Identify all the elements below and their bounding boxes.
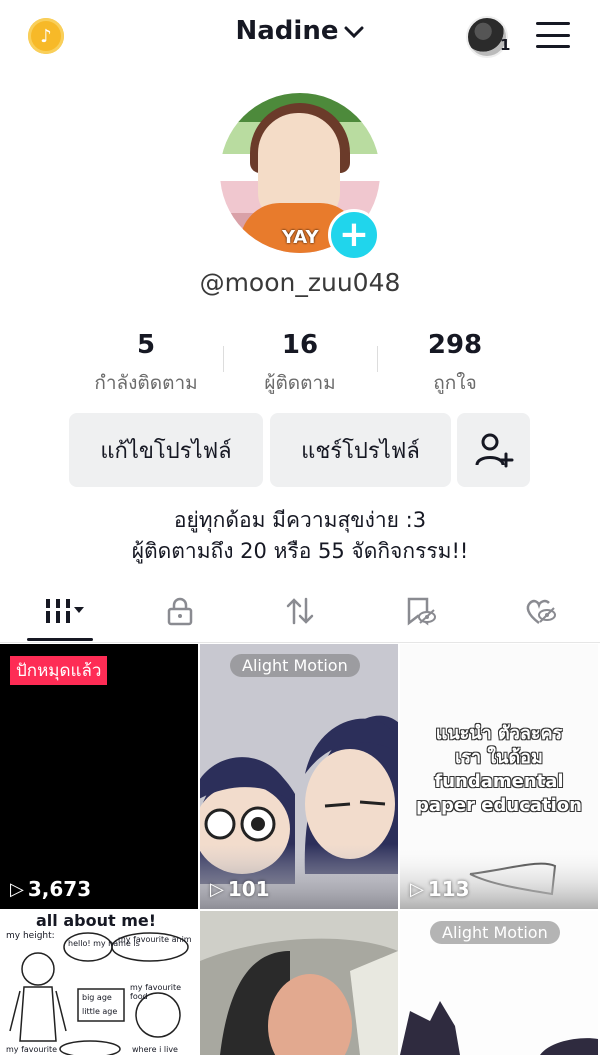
stat-value: 298 [427, 330, 483, 360]
play-icon: ▷ [10, 878, 24, 900]
video-thumbnail[interactable]: ปักหมุดแล้ว ▷ 3,673 [0, 644, 198, 909]
play-icon: ▷ [410, 878, 424, 900]
tab-reposts[interactable] [270, 592, 330, 630]
grid-icon [46, 599, 84, 623]
tab-liked[interactable] [510, 592, 570, 630]
stat-following[interactable]: 5 กำลังติดตาม [66, 330, 226, 398]
view-count: ▷ 101 [210, 877, 270, 901]
bookmark-hidden-icon [407, 597, 436, 626]
doodle-label: where i live [132, 1045, 178, 1054]
video-thumbnail[interactable] [200, 911, 398, 1055]
heart-hidden-icon [526, 599, 556, 624]
play-icon: ▷ [210, 878, 224, 900]
menu-icon[interactable] [536, 22, 570, 48]
watermark: Alight Motion [230, 654, 360, 677]
add-friend-button[interactable] [457, 413, 530, 487]
stat-likes[interactable]: 298 ถูกใจ [375, 330, 535, 398]
video-thumbnail[interactable]: Alight Motion ▷ 101 [200, 644, 398, 909]
username-label: Nadine [235, 16, 339, 46]
chevron-down-icon [344, 20, 364, 44]
stat-label: กำลังติดตาม [94, 372, 198, 394]
add-avatar-button[interactable]: + [328, 209, 380, 261]
repost-icon [286, 597, 314, 625]
pinned-badge: ปักหมุดแล้ว [10, 656, 108, 685]
profile-handle: @moon_zuu048 [199, 268, 401, 297]
share-profile-button[interactable]: แชร์โปรไฟล์ [270, 413, 451, 487]
active-tab-indicator [27, 638, 93, 641]
doodle-label: my favourite [6, 1045, 58, 1054]
doodle-label: little age [82, 1007, 118, 1016]
lock-icon [167, 597, 193, 626]
view-count: ▷ 113 [410, 877, 470, 901]
tab-private[interactable] [150, 592, 210, 630]
stat-label: ผู้ติดตาม [264, 372, 336, 394]
add-user-icon [475, 433, 513, 468]
tab-divider [0, 642, 600, 643]
edit-profile-button[interactable]: แก้ไขโปรไฟล์ [69, 413, 263, 487]
stat-label: ถูกใจ [433, 372, 477, 394]
doodle-label: my favourite food [130, 983, 182, 1001]
video-thumbnail[interactable]: all about me! my height: hello! my name … [0, 911, 198, 1055]
notification-count: 1 [500, 36, 511, 54]
doodle-label: big age [82, 993, 112, 1002]
tab-videos[interactable] [30, 592, 90, 630]
stat-followers[interactable]: 16 ผู้ติดตาม [220, 330, 380, 398]
doodle-label: my favourite anim [118, 935, 192, 944]
view-count: ▷ 3,673 [10, 877, 92, 901]
video-thumbnail[interactable]: แนะนำ ตัวละคร เรา ในด้อม fundamental pap… [400, 644, 598, 909]
bio-line: อยู่ทุกด้อม มีความสุขง่าย :3 [173, 508, 427, 532]
doodle-label: my height: [6, 931, 55, 941]
stat-value: 16 [281, 330, 319, 360]
tab-favorites[interactable] [390, 592, 450, 630]
bio-line: ผู้ติดตามถึง 20 หรือ 55 จัดกิจกรรม!! [131, 539, 469, 563]
avatar-badge-text: YAY [282, 227, 319, 248]
video-thumbnail[interactable]: Alight Motion [400, 911, 598, 1055]
stat-value: 5 [136, 330, 156, 360]
